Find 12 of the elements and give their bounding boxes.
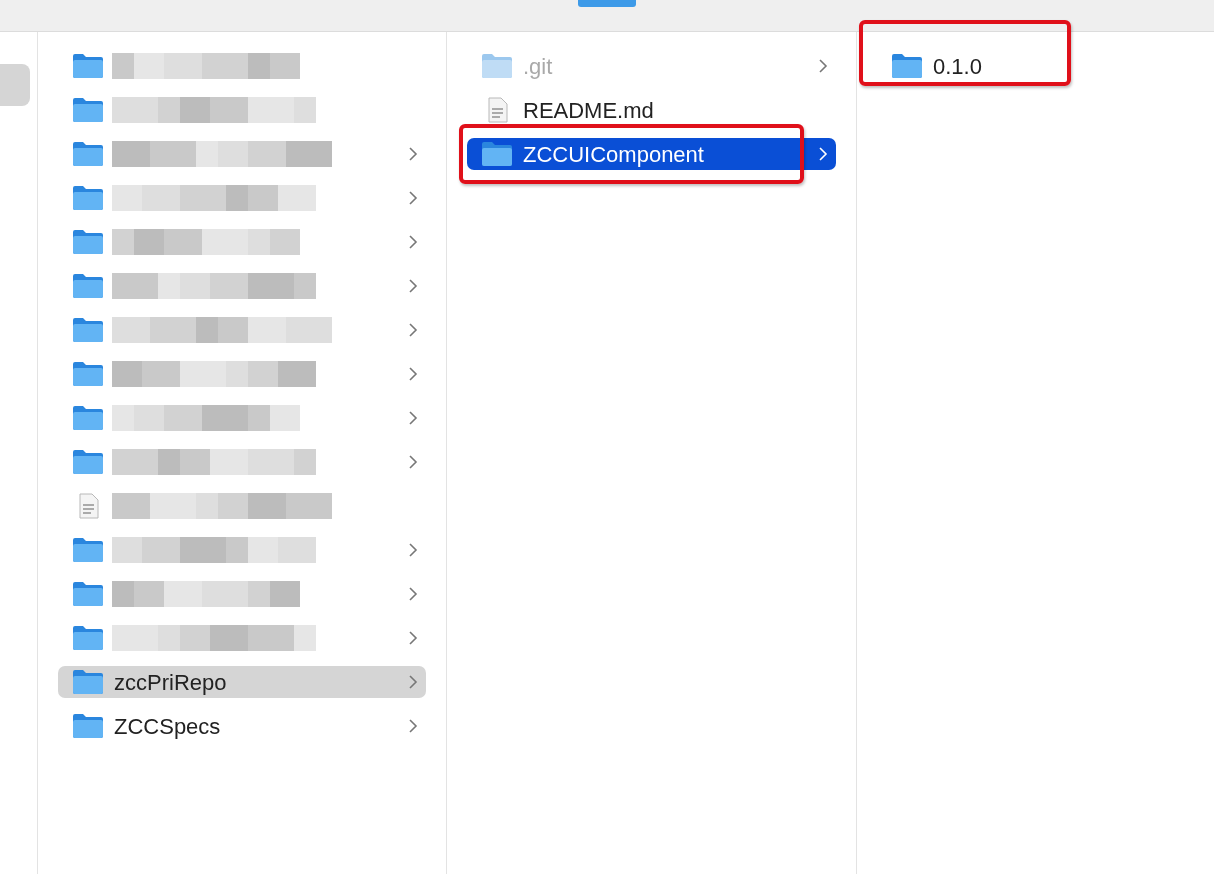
file-row[interactable]: README.md	[467, 94, 836, 126]
file-row[interactable]: ZCCUIComponent	[467, 138, 836, 170]
file-name: ZCCSpecs	[114, 712, 221, 741]
file-row[interactable]: zccPriRepo	[58, 666, 426, 698]
file-name: zccPriRepo	[114, 668, 227, 697]
file-row[interactable]: ZCCSpecs	[58, 710, 426, 742]
row-highlight[interactable]	[0, 64, 30, 106]
file-name: 0.1.0	[933, 52, 982, 81]
file-name: README.md	[523, 96, 654, 125]
file-row[interactable]: 0.1.0	[877, 50, 1214, 82]
file-name: ZCCUIComponent	[523, 140, 704, 169]
file-name: .git	[523, 52, 553, 81]
